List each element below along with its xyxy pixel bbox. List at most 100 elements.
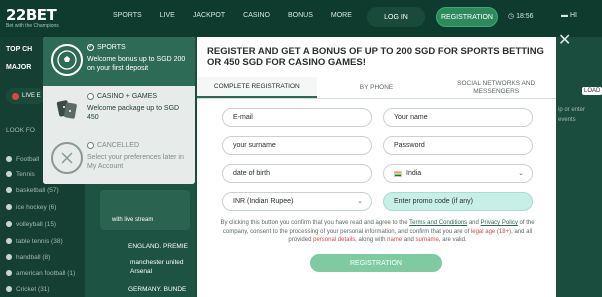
nav-item-more[interactable]: MORE	[331, 12, 352, 19]
sidebar-sport-label: handball (8)	[16, 254, 51, 261]
country-select[interactable]: India ⌄	[383, 164, 533, 183]
sidebar-sport-item[interactable]: Cricket (31)	[6, 286, 50, 293]
volleyball-icon	[6, 221, 12, 228]
language-code: HI	[569, 12, 577, 19]
load-button[interactable]: LOAD	[582, 87, 602, 95]
logo-tagline: Bet with the Champions	[6, 23, 59, 29]
sidebar-sport-item[interactable]: table tennis (38)	[6, 238, 63, 245]
bonus-offer-panel: SPORTS Welcome bonus up to SGD 200 on yo…	[43, 37, 195, 184]
sidebar-sport-item[interactable]: volleyball (15)	[6, 221, 56, 228]
football-icon	[51, 44, 83, 76]
password-field[interactable]: Password	[383, 136, 533, 155]
registration-tabs: COMPLETE REGISTRATION BY PHONE SOCIAL NE…	[197, 77, 556, 99]
sidebar-top-championships[interactable]: TOP CH	[6, 46, 32, 53]
sidebar-sport-item[interactable]: Football	[6, 156, 39, 163]
clock-time: 18:56	[516, 13, 534, 20]
surname-field[interactable]: your surname	[222, 136, 372, 155]
cancel-icon	[51, 142, 83, 174]
tab-social-networks[interactable]: SOCIAL NETWORKS AND MESSENGERS	[436, 77, 556, 98]
close-icon[interactable]: ✕	[558, 30, 571, 50]
language-selector[interactable]: ▬ HI	[561, 12, 577, 19]
legal-age-text: legal age (18+)	[470, 228, 512, 235]
name-field[interactable]: Your name	[383, 108, 533, 127]
registration-modal: REGISTER AND GET A BONUS OF UP TO 200 SG…	[197, 37, 556, 297]
email-field[interactable]: E-mail	[222, 108, 372, 127]
terms-segment: and	[402, 237, 416, 243]
offer-title: CANCELLED	[97, 142, 140, 149]
tab-complete-registration[interactable]: COMPLETE REGISTRATION	[197, 77, 317, 98]
team-name[interactable]: manchester united	[130, 259, 183, 266]
surname-text: surname	[415, 237, 439, 243]
chevron-down-icon: ⌄	[357, 198, 363, 205]
terms-segment: , along with	[355, 237, 388, 243]
offer-sports[interactable]: SPORTS Welcome bonus up to SGD 200 on yo…	[43, 37, 195, 86]
terms-segment: By clicking this button you confirm that…	[220, 220, 410, 226]
live-stream-toggle[interactable]: with live stream	[100, 190, 190, 230]
name-text: name	[387, 237, 403, 243]
modal-title: REGISTER AND GET A BONUS OF UP TO 200 SG…	[207, 46, 544, 68]
betslip-hint: ip or enter	[558, 107, 586, 113]
team-name[interactable]: Arsenal	[130, 268, 152, 275]
table-tennis-icon	[6, 238, 12, 245]
events-label: events	[558, 117, 576, 123]
league-title[interactable]: ENGLAND. PREMIE	[128, 243, 188, 250]
tennis-icon	[6, 171, 12, 178]
sidebar-sport-item[interactable]: american football (1)	[6, 270, 75, 277]
currency-value: INR (Indian Rupee)	[233, 198, 294, 205]
league-title[interactable]: GERMANY. BUNDE	[128, 286, 186, 293]
handball-icon	[6, 254, 12, 261]
logo-text: 22BET	[6, 6, 57, 24]
terms-segment: and	[467, 220, 481, 226]
offer-radio[interactable]	[87, 142, 94, 149]
sidebar-sport-label: american football (1)	[16, 270, 76, 277]
sidebar-sport-label: Football	[16, 156, 40, 163]
privacy-policy-link[interactable]: Privacy Policy	[481, 220, 518, 226]
sidebar-major[interactable]: MAJOR	[6, 64, 31, 71]
login-button[interactable]: LOG IN	[367, 7, 425, 27]
terms-text: By clicking this button you confirm that…	[215, 219, 540, 245]
cricket-icon	[6, 286, 12, 293]
live-events-button[interactable]: LIVE E	[6, 88, 46, 104]
offer-description: Select your preferences later in My Acco…	[87, 154, 184, 170]
nav-item-live[interactable]: LIVE	[160, 12, 175, 19]
ice-hockey-icon	[6, 204, 12, 211]
currency-select[interactable]: INR (Indian Rupee) ⌄	[222, 192, 372, 211]
personal-details-text: personal details	[313, 237, 356, 243]
sidebar-search-label[interactable]: LOOK FO	[6, 127, 35, 134]
sidebar-sport-item[interactable]: basketball (57)	[6, 187, 59, 194]
brand-logo[interactable]: 22BET Bet with the Champions	[6, 6, 66, 29]
sidebar-sport-label: table tennis (38)	[16, 238, 63, 245]
header-register-button[interactable]: REGISTRATION	[436, 7, 498, 27]
clock: ◷ 18:56	[508, 12, 534, 20]
nav-item-bonus[interactable]: BONUS	[288, 12, 313, 19]
chevron-down-icon: ⌄	[518, 170, 524, 177]
flag-icon: ▬	[561, 12, 570, 19]
offer-description: Welcome package up to SGD 450	[87, 105, 180, 121]
terms-link[interactable]: Terms and Conditions	[409, 220, 467, 226]
nav-item-sports[interactable]: SPORTS	[113, 12, 142, 19]
top-header: 22BET Bet with the Champions SPORTS LIVE…	[0, 0, 602, 37]
right-sidebar: ip or enter LOAD events	[556, 37, 602, 297]
promo-code-field[interactable]: Enter promo code (if any)	[383, 192, 533, 211]
offer-radio[interactable]	[87, 93, 94, 100]
sidebar-sport-label: Cricket (31)	[16, 286, 50, 293]
india-flag-icon	[394, 170, 402, 177]
live-stream-label: with live stream	[112, 217, 154, 223]
nav-item-casino[interactable]: CASINO	[243, 12, 270, 19]
offer-cancelled[interactable]: CANCELLED Select your preferences later …	[43, 135, 195, 184]
terms-segment: , are valid.	[438, 237, 467, 243]
offer-casino[interactable]: CASINO + GAMES Welcome package up to SGD…	[43, 86, 195, 135]
clock-icon: ◷	[508, 13, 517, 20]
nav-item-jackpot[interactable]: JACKPOT	[193, 12, 225, 19]
tab-by-phone[interactable]: BY PHONE	[317, 77, 437, 98]
main-nav: SPORTS LIVE JACKPOT CASINO BONUS MORE	[113, 12, 352, 19]
country-value: India	[406, 170, 422, 177]
live-events-label: LIVE E	[22, 93, 41, 99]
offer-radio[interactable]	[87, 43, 94, 51]
sidebar-sport-item[interactable]: handball (8)	[6, 254, 50, 261]
register-submit-button[interactable]: REGISTRATION	[310, 254, 442, 272]
sidebar-sport-item[interactable]: Tennis	[6, 171, 35, 178]
offer-title: SPORTS	[97, 44, 126, 51]
date-of-birth-field[interactable]: date of birth	[222, 164, 372, 183]
sidebar-sport-item[interactable]: ice hockey (6)	[6, 204, 56, 211]
